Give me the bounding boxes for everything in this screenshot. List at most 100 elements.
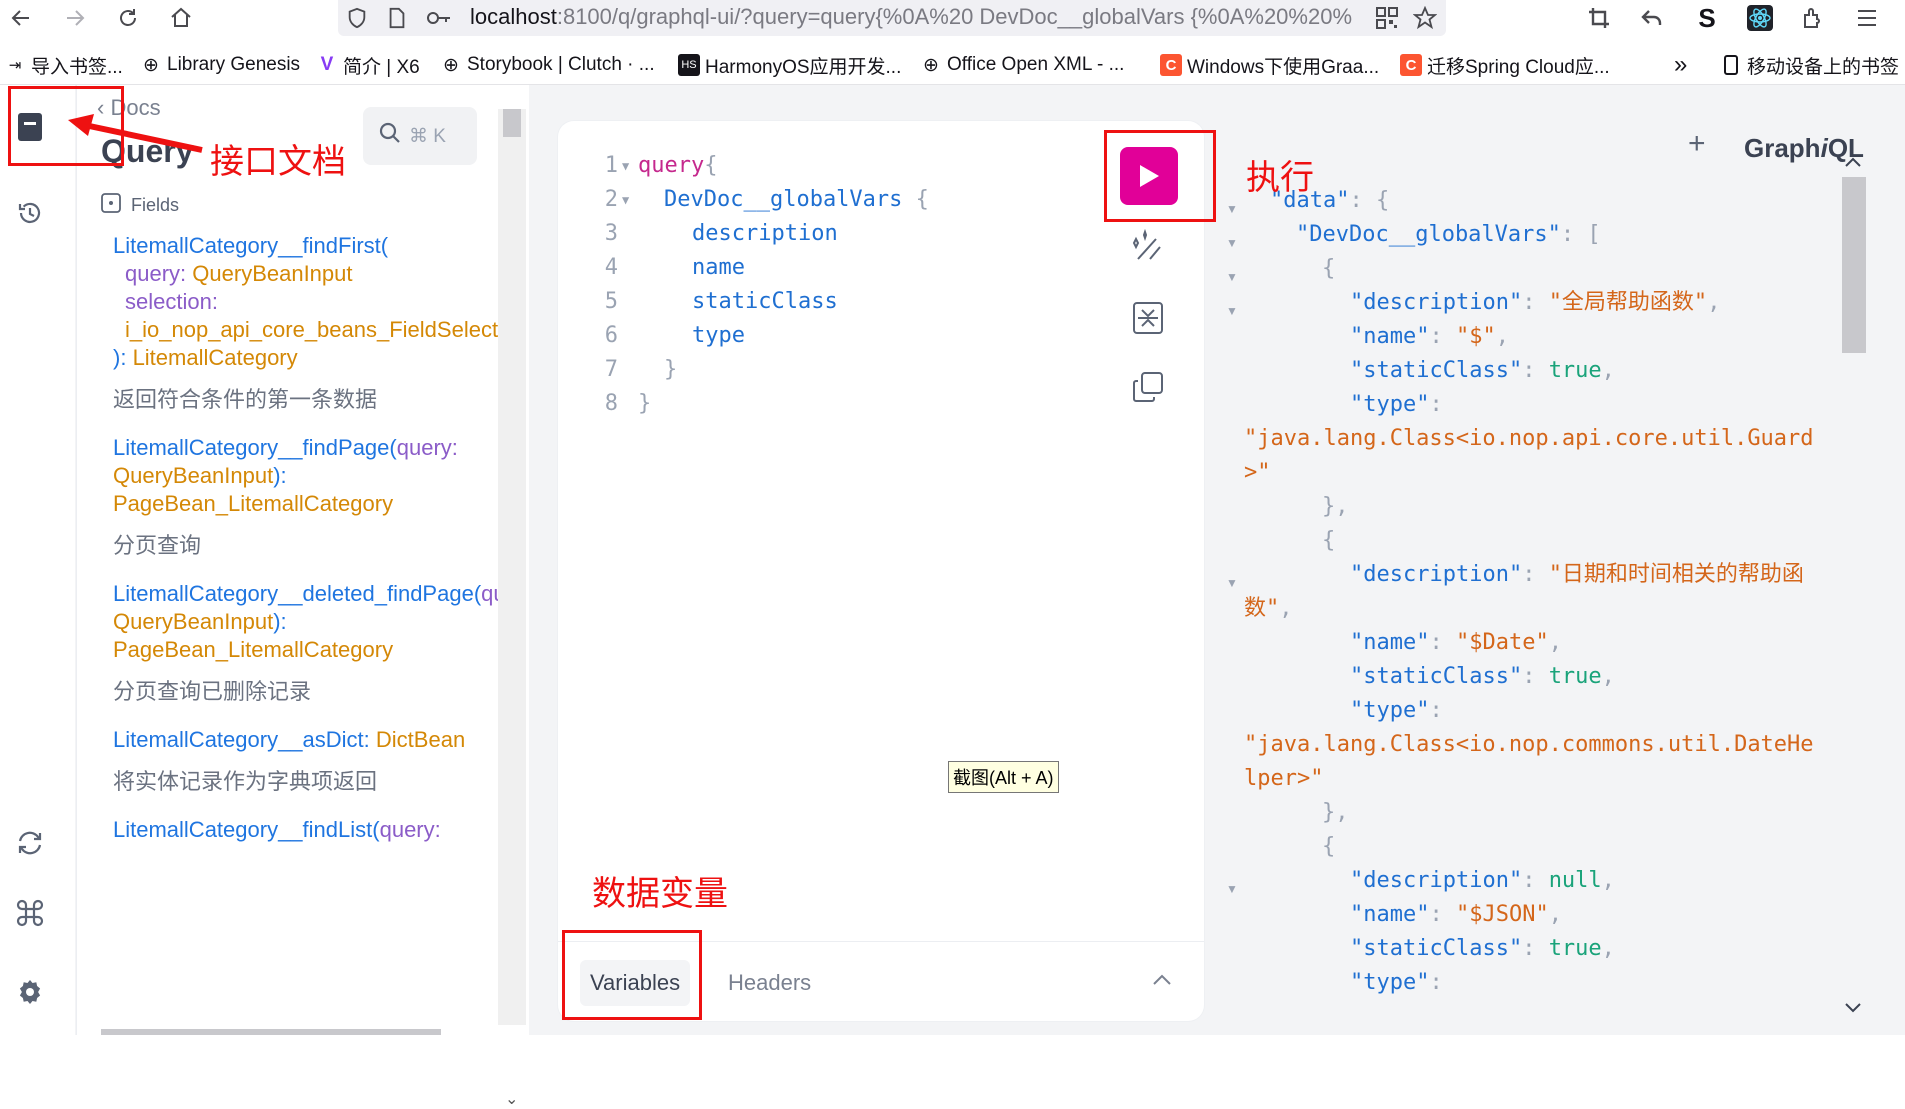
bookmark-item[interactable]: HS HarmonyOS应用开发... [678, 50, 901, 80]
result-line: }, [1322, 494, 1349, 519]
fold-arrow-icon[interactable]: ▼ [1226, 202, 1238, 216]
csdn-icon: C [1400, 54, 1422, 76]
annotation-label-variables: 数据变量 [592, 874, 728, 914]
page-icon[interactable] [382, 0, 412, 36]
doc-field-signature[interactable]: LitemallCategory__asDict: DictBean [113, 723, 465, 757]
screenshot-tooltip: 截图(Alt + A) [948, 761, 1059, 793]
search-icon [379, 122, 401, 150]
qr-code-icon[interactable] [1372, 0, 1402, 36]
browser-toolbar: localhost:8100/q/graphql-ui/?query=query… [0, 0, 1905, 44]
result-line: 数", [1244, 596, 1293, 621]
bookmark-item[interactable]: 移动设备上的书签 [1720, 50, 1899, 80]
result-line: "description": null, [1350, 868, 1615, 893]
refresh-schema-icon[interactable] [10, 823, 50, 863]
annotation-box-run [1104, 130, 1216, 222]
result-line: "staticClass": true, [1350, 358, 1615, 383]
prettify-button[interactable] [1130, 228, 1166, 270]
results-scroll-down-chevron-icon[interactable] [1844, 1001, 1862, 1019]
result-line: }, [1322, 800, 1349, 825]
doc-field-description: 分页查询 [113, 533, 202, 558]
url-bar[interactable]: localhost:8100/q/graphql-ui/?query=query… [338, 0, 1446, 36]
docs-search-button[interactable]: ⌘ K [363, 107, 477, 165]
crop-icon[interactable] [1584, 0, 1614, 36]
merge-icon [1133, 302, 1163, 334]
reload-icon[interactable] [113, 0, 143, 36]
results-scrollbar-track[interactable] [1842, 353, 1866, 993]
forward-icon[interactable] [60, 0, 90, 36]
docs-scrollbar[interactable] [498, 109, 526, 1025]
bookmark-item[interactable]: ⊕ Library Genesis [140, 50, 300, 80]
fold-arrow-icon[interactable]: ▼ [1226, 304, 1238, 318]
results-scrollbar-thumb[interactable] [1842, 177, 1866, 353]
bookmark-item[interactable]: ⊕ Storybook | Clutch · ... [440, 50, 655, 80]
menu-icon[interactable] [1852, 0, 1882, 36]
undo-icon[interactable] [1637, 0, 1667, 36]
result-line: { [1322, 528, 1336, 553]
doc-field-return: PageBean_LitemallCategory [113, 491, 394, 516]
permissions-icon[interactable] [424, 0, 454, 36]
results-viewer[interactable]: {"data": {"DevDoc__globalVars": [{"descr… [1208, 178, 1838, 1024]
fold-arrow-icon[interactable]: ▼ [1226, 236, 1238, 250]
s-extension-icon[interactable]: S [1692, 0, 1722, 36]
result-line: "name": "$Date", [1350, 630, 1562, 655]
command-shortcuts-icon[interactable] [10, 893, 50, 933]
mobile-icon [1720, 54, 1742, 76]
star-icon[interactable] [1410, 0, 1440, 36]
home-icon[interactable] [166, 0, 196, 36]
prettify-wand-icon [1132, 228, 1161, 260]
doc-field-return: PageBean_LitemallCategory [113, 637, 394, 662]
result-line: { [1322, 256, 1336, 281]
result-line: lper>" [1244, 766, 1324, 791]
fold-arrow-icon[interactable]: ▼ [1226, 576, 1238, 590]
copy-query-button[interactable] [1132, 371, 1164, 408]
add-tab-button[interactable]: + [1688, 127, 1706, 161]
bookmark-item[interactable]: ⊕ Office Open XML - ... [920, 50, 1124, 80]
docs-horizontal-scrollbar[interactable] [101, 1029, 441, 1035]
docs-scrollbar-thumb[interactable] [503, 109, 521, 137]
fold-arrow-icon[interactable]: ▼ [622, 149, 629, 183]
doc-field-description: 返回符合条件的第一条数据 [113, 387, 378, 412]
url-text[interactable]: localhost:8100/q/graphql-ui/?query=query… [470, 4, 1370, 30]
harmonyos-icon: HS [678, 54, 700, 76]
fold-arrow-icon[interactable]: ▼ [622, 183, 629, 217]
bookmark-item[interactable]: C Windows下使用Graa... [1160, 50, 1379, 80]
result-line: "type": [1350, 698, 1443, 723]
tab-headers[interactable]: Headers [728, 960, 811, 1006]
result-line: "description": "全局帮助函数", [1350, 290, 1721, 315]
result-line: "name": "$JSON", [1350, 902, 1562, 927]
fields-header: Fields [101, 193, 179, 218]
sidebar-rail [0, 85, 75, 1035]
react-devtools-icon[interactable] [1745, 0, 1775, 36]
doc-field-description: 将实体记录作为字典项返回 [113, 769, 378, 794]
result-line: "java.lang.Class<io.nop.commons.util.Dat… [1244, 732, 1814, 757]
chevron-up-icon[interactable] [1152, 972, 1172, 991]
bookmark-item[interactable]: V 简介 | X6 [316, 50, 420, 80]
settings-gear-icon[interactable] [10, 972, 50, 1012]
copy-icon [1133, 372, 1163, 402]
extensions-icon[interactable] [1798, 0, 1828, 36]
bookmark-item[interactable]: C 迁移Spring Cloud应... [1400, 50, 1610, 80]
import-icon: ⇥ [8, 57, 22, 74]
x6-logo-icon: V [320, 54, 334, 75]
fold-arrow-icon[interactable]: ▼ [1226, 270, 1238, 284]
merge-fragments-button[interactable] [1132, 301, 1164, 340]
docs-scroll-down-chevron-icon[interactable]: ⌄ [505, 1089, 518, 1109]
result-line: "staticClass": true, [1350, 936, 1615, 961]
field-box-icon [101, 193, 121, 218]
result-line: { [1322, 834, 1336, 859]
globe-icon: ⊕ [443, 54, 459, 76]
results-scroll-up-chevron-icon[interactable] [1844, 155, 1862, 173]
doc-field-return: ): LitemallCategory [113, 345, 298, 370]
doc-field-signature[interactable]: LitemallCategory__findList(query: [113, 813, 441, 847]
annotation-arrow [68, 114, 203, 153]
more-bookmarks-chevron-icon[interactable]: » [1674, 50, 1687, 80]
fold-arrow-icon[interactable]: ▼ [1226, 882, 1238, 896]
result-line: "description": "日期和时间相关的帮助函 [1350, 562, 1804, 587]
shield-icon[interactable] [342, 0, 372, 36]
docs-explorer: ‹ Docs ⌘ K Query Fields LitemallCategory… [76, 85, 529, 1035]
back-icon[interactable] [6, 0, 36, 36]
history-icon[interactable] [10, 193, 50, 233]
result-line: "type": [1350, 970, 1443, 995]
result-line: "name": "$", [1350, 324, 1509, 349]
bookmark-item[interactable]: ⇥ 导入书签... [4, 50, 123, 80]
